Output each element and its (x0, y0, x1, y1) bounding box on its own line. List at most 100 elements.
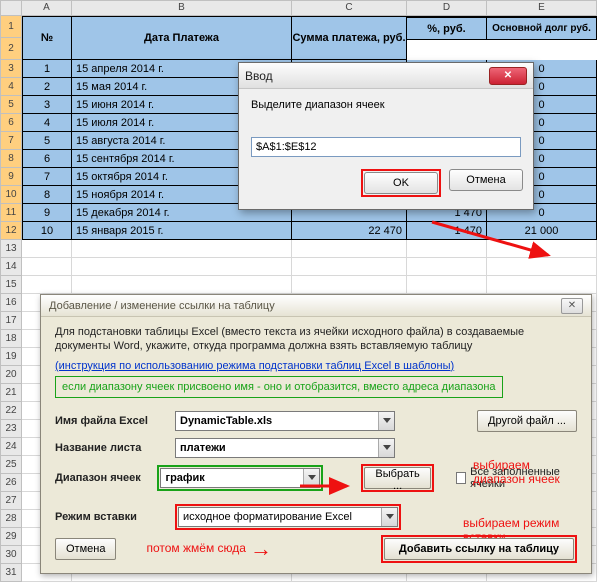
cell-no[interactable]: 10 (22, 222, 72, 240)
cell[interactable] (22, 258, 72, 276)
row-header[interactable]: 12 (0, 222, 22, 240)
chevron-down-icon[interactable] (303, 469, 319, 487)
row-header[interactable]: 18 (0, 330, 22, 348)
row-header[interactable]: 15 (0, 276, 22, 294)
row-header[interactable]: 22 (0, 402, 22, 420)
help-link[interactable]: (инструкция по использованию режима подс… (55, 360, 454, 372)
row-header[interactable]: 31 (0, 564, 22, 582)
cell[interactable] (407, 276, 487, 294)
cell[interactable] (72, 276, 292, 294)
green-hint: если диапазону ячеек присвоено имя - оно… (55, 376, 503, 398)
cell[interactable] (292, 240, 407, 258)
close-icon[interactable]: ✕ (489, 67, 527, 85)
cell[interactable] (407, 240, 487, 258)
cell[interactable] (72, 258, 292, 276)
add-link-button[interactable]: Добавить ссылку на таблицу (384, 538, 574, 560)
cell[interactable] (22, 276, 72, 294)
row-header[interactable]: 28 (0, 510, 22, 528)
cell-no[interactable]: 7 (22, 168, 72, 186)
ok-button[interactable]: OK (364, 172, 438, 194)
col-header-b[interactable]: B (72, 0, 292, 16)
cell[interactable] (407, 258, 487, 276)
cell-principal[interactable]: 21 000 (487, 222, 597, 240)
range-combo[interactable] (160, 468, 320, 488)
cell[interactable] (487, 240, 597, 258)
cell-no[interactable]: 3 (22, 96, 72, 114)
row-header[interactable]: 8 (0, 150, 22, 168)
file-combo[interactable] (175, 411, 395, 431)
row-header[interactable]: 23 (0, 420, 22, 438)
cell[interactable] (292, 258, 407, 276)
column-headers: A B C D E (0, 0, 600, 16)
row-header[interactable]: 5 (0, 96, 22, 114)
row-header[interactable]: 16 (0, 294, 22, 312)
row-header[interactable]: 14 (0, 258, 22, 276)
range-input[interactable] (251, 137, 521, 157)
row-header[interactable]: 11 (0, 204, 22, 222)
row-header[interactable]: 1 (0, 16, 22, 38)
range-name-input[interactable] (160, 468, 320, 488)
row-header[interactable]: 29 (0, 528, 22, 546)
chevron-down-icon[interactable] (378, 412, 394, 430)
cell-no[interactable]: 8 (22, 186, 72, 204)
row-header[interactable]: 17 (0, 312, 22, 330)
row-header[interactable]: 4 (0, 78, 22, 96)
cancel-button[interactable]: Отмена (449, 169, 523, 191)
cell-pct[interactable]: 1 470 (407, 222, 487, 240)
file-input[interactable] (175, 411, 395, 431)
mode-label: Режим вставки (55, 511, 167, 523)
row-header[interactable]: 24 (0, 438, 22, 456)
cell-no[interactable]: 2 (22, 78, 72, 96)
cell[interactable] (22, 240, 72, 258)
chevron-down-icon[interactable] (381, 508, 397, 526)
link-dialog-titlebar[interactable]: Добавление / изменение ссылки на таблицу… (41, 295, 591, 317)
arrow-right-icon: → (250, 536, 272, 562)
cell[interactable] (72, 240, 292, 258)
cell-no[interactable]: 6 (22, 150, 72, 168)
cell-no[interactable]: 9 (22, 204, 72, 222)
row-header[interactable]: 26 (0, 474, 22, 492)
cell-date[interactable]: 15 января 2015 г. (72, 222, 292, 240)
row-header[interactable]: 20 (0, 366, 22, 384)
col-header-e[interactable]: E (487, 0, 597, 16)
row-header[interactable]: 19 (0, 348, 22, 366)
input-dialog-titlebar[interactable]: Ввод ✕ (239, 63, 533, 89)
row-header[interactable]: 13 (0, 240, 22, 258)
row-header[interactable]: 25 (0, 456, 22, 474)
row-header[interactable]: 27 (0, 492, 22, 510)
row-header[interactable]: 10 (0, 186, 22, 204)
mode-combo[interactable] (178, 507, 398, 527)
row-header[interactable]: 3 (0, 60, 22, 78)
cell-no[interactable]: 1 (22, 60, 72, 78)
row-header[interactable]: 30 (0, 546, 22, 564)
input-dialog-prompt: Выделите диапазон ячеек (251, 99, 521, 111)
sheet-combo[interactable] (175, 438, 395, 458)
range-label: Диапазон ячеек (55, 472, 149, 484)
cell-no[interactable]: 4 (22, 114, 72, 132)
select-range-button[interactable]: Выбрать ... (364, 467, 430, 489)
other-file-button[interactable]: Другой файл ... (477, 410, 577, 432)
annotation-press: потом жмём сюда (146, 542, 245, 556)
chevron-down-icon[interactable] (378, 439, 394, 457)
cell[interactable] (487, 276, 597, 294)
row-header[interactable]: 7 (0, 132, 22, 150)
cell[interactable] (487, 258, 597, 276)
checkbox-icon[interactable] (456, 472, 466, 484)
col-header-c[interactable]: C (292, 0, 407, 16)
select-all-corner[interactable] (0, 0, 22, 16)
cell-sum[interactable]: 22 470 (292, 222, 407, 240)
row-header[interactable]: 2 (0, 38, 22, 60)
close-icon[interactable]: ✕ (561, 298, 583, 314)
row-header[interactable]: 9 (0, 168, 22, 186)
cell-no[interactable]: 5 (22, 132, 72, 150)
sheet-input[interactable] (175, 438, 395, 458)
mode-input[interactable] (178, 507, 398, 527)
th-pct[interactable]: %, руб. (407, 18, 487, 40)
cancel-link-button[interactable]: Отмена (55, 538, 116, 560)
col-header-d[interactable]: D (407, 0, 487, 16)
col-header-a[interactable]: A (22, 0, 72, 16)
th-principal[interactable]: Основной долг руб. (487, 18, 597, 40)
row-header[interactable]: 6 (0, 114, 22, 132)
row-header[interactable]: 21 (0, 384, 22, 402)
cell[interactable] (292, 276, 407, 294)
